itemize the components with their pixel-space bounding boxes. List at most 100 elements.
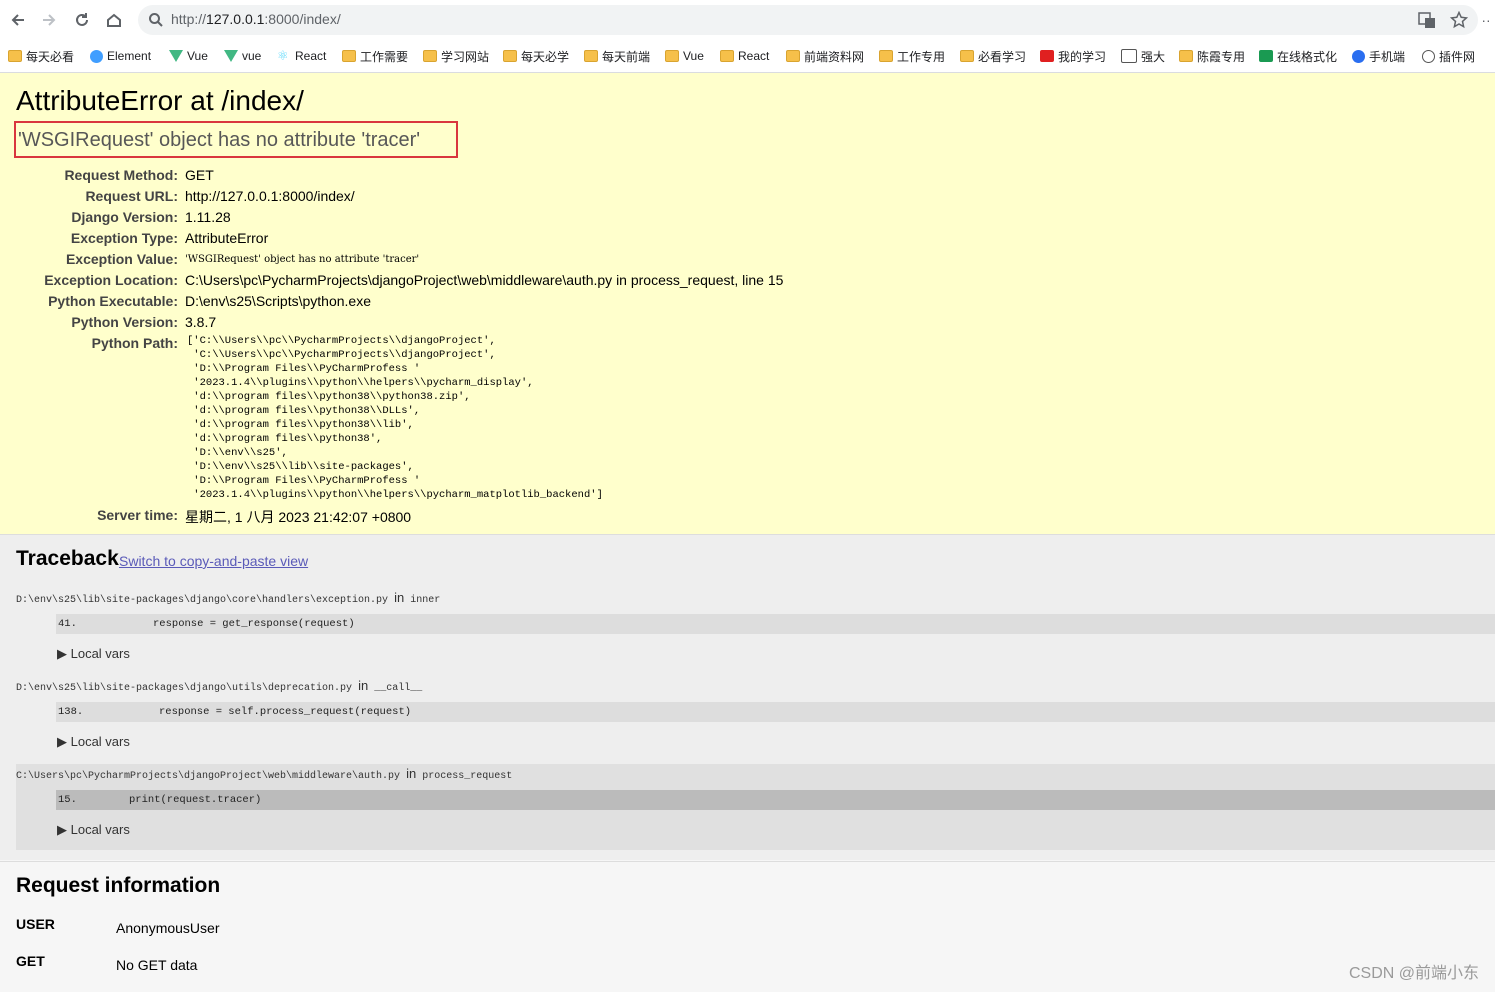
page-title: AttributeError at /index/: [16, 85, 304, 116]
back-arrow-icon[interactable]: [6, 8, 30, 32]
forward-arrow-icon[interactable]: [37, 8, 61, 32]
bookmark-label: 工作需要: [360, 49, 409, 64]
code-text: print(request.tracer): [129, 794, 262, 806]
more-menu-icon[interactable]: ··: [1478, 8, 1494, 32]
bookmark-label: 插件网: [1439, 49, 1476, 64]
translate-icon[interactable]: [1418, 11, 1436, 32]
bookmark-label: 在线格式化: [1277, 49, 1338, 64]
bookmark-item[interactable]: 前端资料网: [786, 47, 864, 65]
frame-func: process_request: [422, 771, 513, 782]
meta-key: Exception Location:: [44, 272, 178, 288]
bookmark-item[interactable]: 手机端: [1352, 47, 1405, 65]
request-info-value: No GET data: [116, 957, 198, 973]
bookmark-item[interactable]: Vue: [665, 47, 704, 65]
meta-key: Django Version:: [71, 209, 178, 225]
folder-icon: [1179, 50, 1193, 62]
meta-key: Exception Type:: [70, 230, 178, 246]
bookmark-item[interactable]: 我的学习: [1040, 47, 1106, 65]
vue-logo-icon: [169, 50, 183, 62]
bookmark-item[interactable]: 在线格式化: [1259, 47, 1337, 65]
bookmark-item[interactable]: 强大: [1121, 47, 1165, 65]
meta-value: 'WSGIRequest' object has no attribute 't…: [185, 254, 420, 265]
request-info-key: GET: [16, 953, 45, 969]
error-summary: AttributeError at /index/ 'WSGIRequest' …: [0, 73, 1495, 535]
meta-key: Python Executable:: [48, 293, 178, 309]
bookmark-label: React: [295, 49, 327, 63]
browser-toolbar: http://127.0.0.1:8000/index/ ··: [0, 0, 1495, 40]
address-url: http://127.0.0.1:8000/index/: [171, 11, 341, 27]
bookmark-label: Element: [107, 49, 152, 63]
exception-value-heading: 'WSGIRequest' object has no attribute 't…: [18, 129, 421, 151]
meta-value: 星期二, 1 八月 2023 21:42:07 +0800: [185, 509, 412, 525]
bookmark-item[interactable]: 每天必看: [8, 47, 74, 65]
folder-icon: [879, 50, 893, 62]
meta-value: GET: [185, 167, 214, 183]
bookmark-item[interactable]: 学习网站: [423, 47, 489, 65]
bookmark-item[interactable]: 工作需要: [342, 47, 408, 65]
bookmark-item[interactable]: Vue: [169, 47, 208, 65]
bookmark-item[interactable]: ⚛ React: [277, 47, 326, 65]
meta-row: Server time: 星期二, 1 八月 2023 21:42:07 +080…: [0, 507, 900, 527]
meta-value: 1.11.28: [185, 209, 231, 225]
bookmark-label: 每天必学: [521, 49, 570, 64]
local-vars-toggle[interactable]: ▶ Local vars: [57, 734, 130, 750]
code-line[interactable]: 138. response = self.process_request(requ…: [56, 702, 1495, 722]
home-icon[interactable]: [102, 8, 126, 32]
bookmark-label: 每天前端: [602, 49, 651, 64]
python-path-list: ['C:\\Users\\pc\\PycharmProjects\\django…: [187, 335, 603, 501]
bookmark-item[interactable]: 必看学习: [960, 47, 1026, 65]
bookmark-item[interactable]: 每天前端: [584, 47, 650, 65]
bookmark-label: React: [738, 49, 770, 63]
meta-value: AttributeError: [185, 230, 269, 246]
bookmark-item[interactable]: Element: [90, 47, 151, 65]
frame-path: C:\Users\pc\PycharmProjects\djangoProjec…: [16, 771, 401, 782]
line-number: 41.: [58, 618, 77, 630]
meta-key: Request Method:: [64, 167, 178, 183]
reload-icon[interactable]: [70, 8, 94, 32]
frame-file: D:\env\s25\lib\site-packages\django\core…: [16, 590, 440, 606]
bookmark-item[interactable]: vue: [224, 47, 261, 65]
address-bar[interactable]: http://127.0.0.1:8000/index/: [138, 5, 1478, 35]
bookmark-label: 学习网站: [441, 49, 490, 64]
bookmark-label: 工作专用: [897, 49, 946, 64]
bookmark-item[interactable]: 陈霞专用: [1179, 47, 1245, 65]
frame-file: C:\Users\pc\PycharmProjects\djangoProjec…: [16, 766, 512, 782]
search-box-icon: [1121, 49, 1137, 63]
code-line[interactable]: 41. response = get_response(request): [56, 614, 1495, 634]
bookmark-label: 必看学习: [978, 49, 1027, 64]
frame-in: in: [394, 590, 405, 605]
local-vars-toggle[interactable]: ▶ Local vars: [57, 822, 130, 838]
request-info-value: AnonymousUser: [116, 920, 220, 936]
search-icon: [148, 12, 164, 33]
frame-in: in: [406, 766, 417, 781]
folder-icon: [423, 50, 437, 62]
local-vars-toggle[interactable]: ▶ Local vars: [57, 646, 130, 662]
bookmark-item[interactable]: React: [720, 47, 769, 65]
green-t-icon: [1259, 50, 1273, 62]
code-text: response = get_response(request): [153, 618, 355, 630]
red-bookmark-icon: [1040, 50, 1054, 62]
bookmark-label: Vue: [187, 49, 208, 63]
bookmark-label: 强大: [1141, 49, 1166, 64]
bookmark-star-icon[interactable]: [1449, 10, 1469, 32]
bookmarks-bar: 每天必看 Element Vue vue ⚛ React 工作需要 学习网站 每天…: [0, 40, 1495, 73]
bookmark-label: vue: [242, 49, 262, 63]
code-line-current[interactable]: 15. print(request.tracer): [56, 790, 1495, 810]
meta-row: Django Version: 1.11.28: [0, 209, 900, 229]
meta-row: Request Method: GET: [0, 167, 900, 187]
bookmark-item[interactable]: 每天必学: [503, 47, 569, 65]
request-information: Request information USER AnonymousUser G…: [0, 861, 1495, 992]
vue-logo-icon: [224, 50, 238, 62]
bookmark-label: 前端资料网: [804, 49, 865, 64]
bookmark-item[interactable]: 插件网: [1422, 47, 1475, 65]
bookmark-item[interactable]: 工作专用: [879, 47, 945, 65]
bookmark-label: 陈霞专用: [1197, 49, 1246, 64]
meta-key: Exception Value:: [65, 251, 178, 267]
meta-row: Python Version: 3.8.7: [0, 314, 900, 334]
folder-icon: [8, 50, 22, 62]
element-logo-icon: [90, 49, 103, 63]
frame-file: D:\env\s25\lib\site-packages\django\util…: [16, 678, 422, 694]
globe-icon: [1422, 49, 1435, 63]
frame-func: __call__: [374, 683, 423, 694]
switch-view-link[interactable]: Switch to copy-and-paste view: [119, 553, 308, 569]
